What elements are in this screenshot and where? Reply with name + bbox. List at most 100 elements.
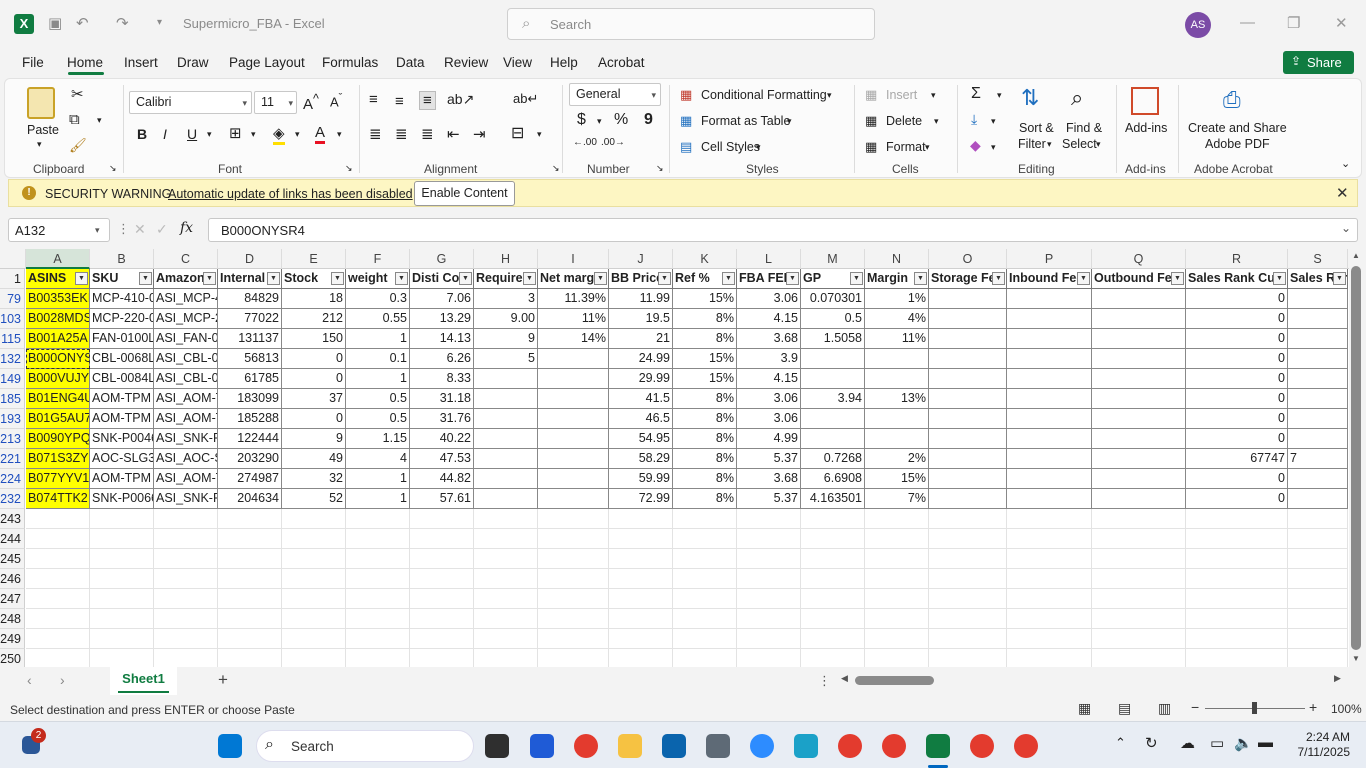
empty-cell[interactable] [474,569,538,589]
table-cell[interactable]: 0 [1186,389,1288,409]
sync-icon[interactable]: ↻ [1145,734,1158,752]
empty-cell[interactable] [673,509,737,529]
table-cell[interactable]: 0.55 [346,309,410,329]
filter-dropdown-icon[interactable]: ▼ [331,272,344,285]
table-cell[interactable]: 4.163501 [801,489,865,509]
sort-filter-label-2[interactable]: Filter [1018,137,1046,151]
table-cell[interactable] [1007,329,1092,349]
table-cell[interactable]: 5.37 [737,489,801,509]
table-cell[interactable]: 18 [282,289,346,309]
table-cell[interactable]: 52 [282,489,346,509]
format-as-table-button[interactable]: Format as Table [701,114,790,128]
empty-cell[interactable] [609,649,673,667]
table-cell[interactable]: 11.99 [609,289,673,309]
table-cell[interactable]: 72.99 [609,489,673,509]
empty-cell[interactable] [474,509,538,529]
empty-cell[interactable] [218,549,282,569]
empty-cell[interactable] [801,649,865,667]
empty-cell[interactable] [26,609,90,629]
number-launcher-icon[interactable]: ↘ [656,163,664,174]
table-cell[interactable]: 0.7268 [801,449,865,469]
column-header[interactable]: D [218,249,282,269]
zoom-in-icon[interactable]: + [1309,699,1317,715]
filter-dropdown-icon[interactable]: ▼ [139,272,152,285]
table-cell[interactable] [929,389,1007,409]
table-cell[interactable]: 57.61 [410,489,474,509]
increase-font-icon[interactable]: A^ [303,92,319,113]
empty-cell[interactable] [474,649,538,667]
empty-cell[interactable] [218,509,282,529]
empty-cell[interactable] [26,589,90,609]
chevron-down-icon[interactable]: ▾ [827,90,832,101]
tab-insert[interactable]: Insert [124,55,158,70]
table-cell[interactable]: 0 [1186,429,1288,449]
filter-dropdown-icon[interactable]: ▼ [594,272,607,285]
find-select-icon[interactable]: ⌕ [1071,85,1083,111]
table-cell[interactable]: ASI_SNK-P [154,429,218,449]
empty-cell[interactable] [1092,569,1186,589]
more-icon[interactable]: ⋮ [117,221,130,237]
empty-cell[interactable] [538,569,609,589]
empty-cell[interactable] [673,529,737,549]
empty-cell[interactable] [1092,509,1186,529]
table-cell[interactable]: 1 [346,369,410,389]
empty-cell[interactable] [673,609,737,629]
find-select-label-2[interactable]: Select [1062,137,1097,151]
empty-cell[interactable] [346,609,410,629]
column-title[interactable]: FBA FEE ▼ [737,269,801,289]
cloud-icon[interactable]: ☁ [1180,734,1195,752]
empty-cell[interactable] [282,509,346,529]
empty-cell[interactable] [609,549,673,569]
table-cell[interactable]: ASI_SNK-P [154,489,218,509]
empty-cell[interactable] [737,509,801,529]
empty-cell[interactable] [282,609,346,629]
conditional-formatting-button[interactable]: Conditional Formatting [701,88,827,102]
table-cell[interactable] [538,389,609,409]
close-icon[interactable]: ✕ [1335,14,1348,32]
table-cell[interactable]: 4% [865,309,929,329]
empty-cell[interactable] [1288,629,1348,649]
table-cell[interactable]: 84829 [218,289,282,309]
empty-cell[interactable] [538,589,609,609]
empty-cell[interactable] [929,629,1007,649]
battery-icon[interactable]: ▬ [1258,734,1273,751]
formula-input[interactable]: B000ONYSR4 ⌄ [208,218,1358,242]
empty-cell[interactable] [90,629,154,649]
tab-home[interactable]: Home [67,55,103,70]
table-cell[interactable]: 4.15 [737,309,801,329]
table-cell[interactable] [1288,409,1348,429]
table-cell[interactable]: MCP-410-0 [90,289,154,309]
column-title[interactable]: Net margin ▼ [538,269,609,289]
table-cell[interactable]: 0 [1186,409,1288,429]
empty-cell[interactable] [929,569,1007,589]
column-title[interactable]: SKU ▼ [90,269,154,289]
enter-icon[interactable]: ✓ [156,221,168,238]
table-cell[interactable] [929,289,1007,309]
empty-cell[interactable] [1092,589,1186,609]
row-header[interactable]: 132 [0,349,25,369]
table-cell[interactable]: 8% [673,489,737,509]
filter-dropdown-icon[interactable]: ▼ [914,272,927,285]
scroll-down-icon[interactable]: ▼ [1352,654,1360,663]
empty-cell[interactable] [801,609,865,629]
paste-dropdown-icon[interactable]: ▾ [37,139,42,150]
outlook-icon[interactable] [662,734,686,758]
share-button[interactable]: ⇪ Share [1283,51,1354,74]
table-cell[interactable] [865,409,929,429]
empty-cell[interactable] [346,629,410,649]
row-header[interactable]: 224 [0,469,25,489]
empty-cell[interactable] [26,649,90,667]
expand-formula-icon[interactable]: ⌄ [1341,221,1351,235]
table-cell[interactable]: 8.33 [410,369,474,389]
paste-icon[interactable] [27,87,55,119]
font-size-select[interactable]: 11 ▾ [254,91,297,114]
table-cell[interactable]: ASI_AOM-T [154,409,218,429]
table-cell[interactable]: 0.5 [346,389,410,409]
chevron-down-icon[interactable]: ▾ [925,142,930,153]
empty-cell[interactable] [929,509,1007,529]
empty-cell[interactable] [1186,549,1288,569]
select-all-corner[interactable] [0,249,26,269]
empty-cell[interactable] [282,529,346,549]
table-cell[interactable]: 0 [1186,489,1288,509]
chrome-profile-icon[interactable] [882,734,906,758]
